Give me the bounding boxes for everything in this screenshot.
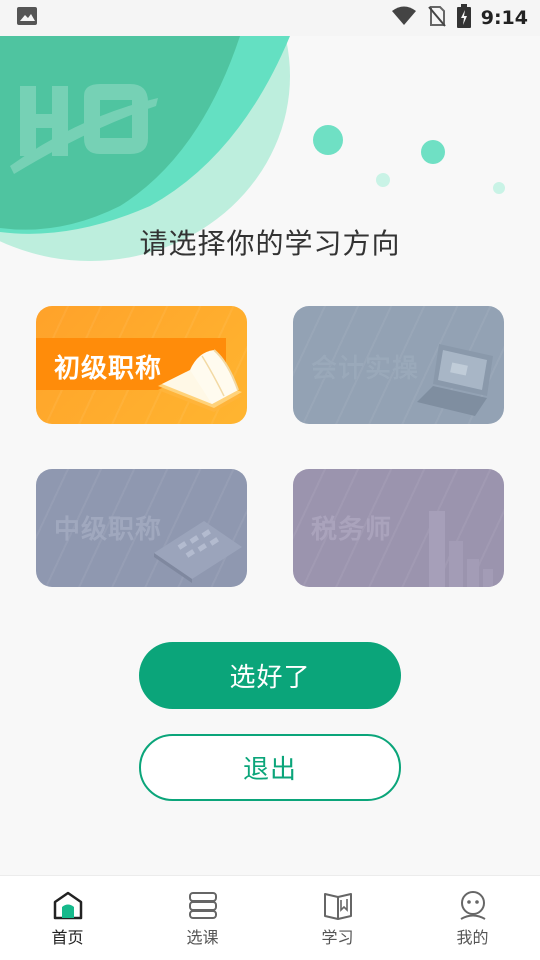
tab-profile[interactable]: 我的 (405, 876, 540, 960)
tab-label: 学习 (321, 928, 354, 947)
confirm-button[interactable]: 选好了 (139, 642, 401, 709)
card-label: 中级职称 (54, 515, 163, 545)
book-icon (158, 349, 242, 412)
open-book-icon (323, 893, 352, 920)
home-icon (53, 891, 82, 920)
calculator-icon (154, 521, 242, 583)
direction-card-kuaiji[interactable]: 会计实操 (293, 306, 504, 424)
direction-card-zhongji[interactable]: 中级职称 (36, 469, 247, 587)
direction-card-chuji[interactable]: 初级职称 (36, 306, 247, 424)
laptop-icon (417, 344, 493, 416)
bottom-tab-bar: 首页 选课 学习 我的 (0, 875, 540, 960)
image-icon (16, 6, 38, 30)
direction-card-shuiwu[interactable]: 税务师 (293, 469, 504, 587)
exit-button[interactable]: 退出 (139, 734, 401, 801)
tab-label: 我的 (456, 928, 489, 947)
battery-charging-icon (456, 4, 471, 32)
no-sim-icon (427, 5, 447, 31)
bar-chart-icon (429, 511, 493, 587)
status-bar: 9:14 (0, 0, 540, 36)
tab-label: 选课 (186, 928, 219, 947)
wifi-icon (391, 6, 417, 30)
tab-study[interactable]: 学习 (270, 876, 405, 960)
tab-courses[interactable]: 选课 (135, 876, 270, 960)
course-stack-icon (188, 892, 217, 919)
clock: 9:14 (480, 7, 528, 29)
card-label: 税务师 (311, 515, 393, 545)
page-title: 请选择你的学习方向 (139, 227, 401, 260)
card-label: 初级职称 (54, 354, 163, 384)
card-label: 会计实操 (311, 354, 420, 384)
tab-label: 首页 (51, 928, 84, 947)
profile-icon (459, 891, 486, 920)
tab-home[interactable]: 首页 (0, 876, 135, 960)
